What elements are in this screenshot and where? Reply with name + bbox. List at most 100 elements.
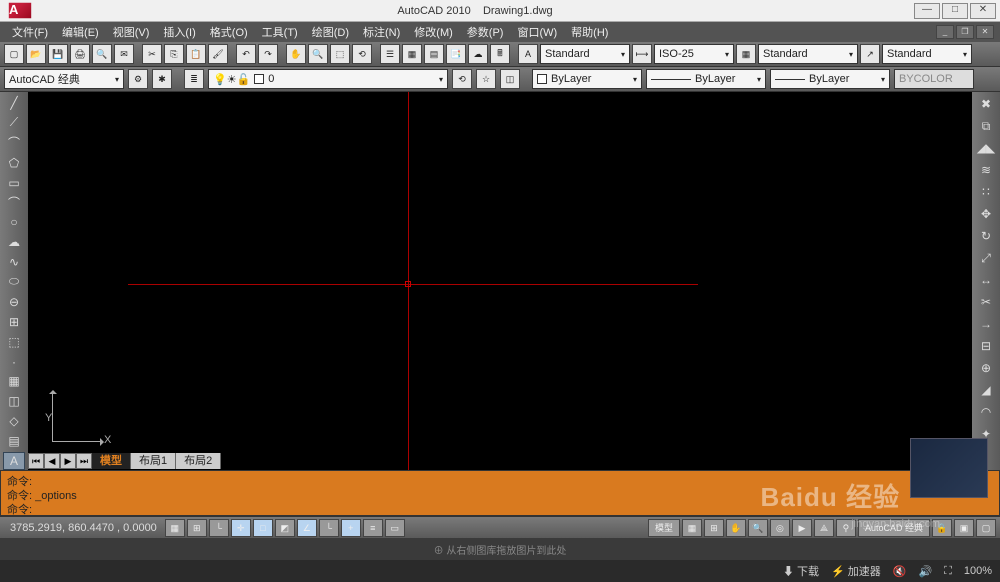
layer-iso-icon[interactable]: ◫ — [500, 69, 520, 89]
fullscreen-icon[interactable]: ⛶ — [944, 565, 952, 578]
dyn-toggle[interactable]: + — [341, 519, 361, 537]
design-center-icon[interactable]: ▦ — [402, 44, 422, 64]
clean-screen-icon[interactable]: ▢ — [976, 519, 996, 537]
tab-model[interactable]: 模型 — [92, 453, 131, 469]
ducs-toggle[interactable]: └ — [319, 519, 339, 537]
menu-edit[interactable]: 编辑(E) — [56, 22, 105, 42]
copy-icon[interactable]: ⎘ — [164, 44, 184, 64]
array-tool-icon[interactable]: ∷ — [975, 182, 997, 202]
print-icon[interactable]: 🖨 — [70, 44, 90, 64]
coordinates-display[interactable]: 3785.2919, 860.4470 , 0.0000 — [4, 522, 163, 534]
drawing-canvas[interactable]: Y X ⏮ ◀ ▶ ⏭ 模型 布局1 布局2 — [28, 92, 972, 470]
join-tool-icon[interactable]: ⊕ — [975, 358, 997, 378]
annotation-scale-icon[interactable]: ⟁ — [814, 519, 834, 537]
menu-draw[interactable]: 绘图(D) — [306, 22, 355, 42]
gradient-tool-icon[interactable]: ◫ — [3, 392, 25, 410]
open-icon[interactable]: 📂 — [26, 44, 46, 64]
zoom-prev-icon[interactable]: ⟲ — [352, 44, 372, 64]
publish-icon[interactable]: ✉ — [114, 44, 134, 64]
workspace-dropdown[interactable]: AutoCAD 经典▾ — [4, 69, 124, 89]
tab-next-icon[interactable]: ▶ — [60, 453, 76, 469]
steering-wheel-icon[interactable]: ◎ — [770, 519, 790, 537]
menu-view[interactable]: 视图(V) — [107, 22, 156, 42]
region-tool-icon[interactable]: ◇ — [3, 412, 25, 430]
layer-manager-icon[interactable]: ≣ — [184, 69, 204, 89]
extend-tool-icon[interactable]: → — [975, 314, 997, 334]
3dosnap-toggle[interactable]: ◩ — [275, 519, 295, 537]
tab-prev-icon[interactable]: ◀ — [44, 453, 60, 469]
color-dropdown[interactable]: ByLayer▾ — [532, 69, 642, 89]
tab-layout2[interactable]: 布局2 — [176, 453, 221, 469]
arc-tool-icon[interactable]: ⌒ — [3, 193, 25, 211]
pline-tool-icon[interactable]: ⌒ — [3, 134, 25, 152]
move-tool-icon[interactable]: ✥ — [975, 204, 997, 224]
layer-prev-icon[interactable]: ⟲ — [452, 69, 472, 89]
otrack-toggle[interactable]: ∠ — [297, 519, 317, 537]
status-pan-icon[interactable]: ✋ — [726, 519, 746, 537]
polygon-tool-icon[interactable]: ⬠ — [3, 154, 25, 172]
close-button[interactable]: ✕ — [970, 3, 996, 19]
model-space-label[interactable]: 模型 — [648, 519, 680, 537]
zoom-window-icon[interactable]: ⬚ — [330, 44, 350, 64]
menu-dimension[interactable]: 标注(N) — [357, 22, 406, 42]
linetype-dropdown[interactable]: ByLayer▾ — [646, 69, 766, 89]
status-zoom-icon[interactable]: 🔍 — [748, 519, 768, 537]
table-style-icon[interactable]: ▦ — [736, 44, 756, 64]
tab-first-icon[interactable]: ⏮ — [28, 453, 44, 469]
text-style-icon[interactable]: A — [518, 44, 538, 64]
redo-icon[interactable]: ↷ — [258, 44, 278, 64]
trim-tool-icon[interactable]: ✂ — [975, 292, 997, 312]
menu-parametric[interactable]: 参数(P) — [461, 22, 510, 42]
osnap-toggle[interactable]: □ — [253, 519, 273, 537]
new-icon[interactable]: ▢ — [4, 44, 24, 64]
maximize-button[interactable]: □ — [942, 3, 968, 19]
menu-modify[interactable]: 修改(M) — [408, 22, 459, 42]
break-tool-icon[interactable]: ⊟ — [975, 336, 997, 356]
qview-drawings-icon[interactable]: ⊞ — [704, 519, 724, 537]
undo-icon[interactable]: ↶ — [236, 44, 256, 64]
text-style-dropdown[interactable]: Standard▾ — [540, 44, 630, 64]
snap-toggle[interactable]: ▦ — [165, 519, 185, 537]
line-tool-icon[interactable]: ╱ — [3, 94, 25, 112]
scale-tool-icon[interactable]: ⤢ — [975, 248, 997, 268]
dim-style-icon[interactable]: ⟼ — [632, 44, 652, 64]
workspace-save-icon[interactable]: ✱ — [152, 69, 172, 89]
pan-icon[interactable]: ✋ — [286, 44, 306, 64]
save-icon[interactable]: 💾 — [48, 44, 68, 64]
grid-toggle[interactable]: ⊞ — [187, 519, 207, 537]
lineweight-dropdown[interactable]: ByLayer▾ — [770, 69, 890, 89]
zoom-icon[interactable]: 🔍 — [308, 44, 328, 64]
doc-min-button[interactable]: _ — [936, 25, 954, 39]
mtext-tool-icon[interactable]: A — [3, 452, 25, 470]
properties-icon[interactable]: ☰ — [380, 44, 400, 64]
mleader-style-icon[interactable]: ↗ — [860, 44, 880, 64]
accelerator-button[interactable]: ⚡ 加速器 — [831, 563, 881, 579]
lwt-toggle[interactable]: ≡ — [363, 519, 383, 537]
plotstyle-dropdown[interactable]: BYCOLOR — [894, 69, 974, 89]
showmotion-icon[interactable]: ▶ — [792, 519, 812, 537]
spline-tool-icon[interactable]: ∿ — [3, 253, 25, 271]
ellipse-arc-tool-icon[interactable]: ⊖ — [3, 293, 25, 311]
layer-dropdown[interactable]: 💡 ☀ 🔓 0 ▾ — [208, 69, 448, 89]
make-block-icon[interactable]: ⬚ — [3, 333, 25, 351]
offset-tool-icon[interactable]: ≋ — [975, 160, 997, 180]
hatch-tool-icon[interactable]: ▦ — [3, 372, 25, 390]
download-button[interactable]: ⬇ 下载 — [783, 563, 819, 579]
menu-format[interactable]: 格式(O) — [204, 22, 254, 42]
zoom-label[interactable]: 100% — [964, 565, 992, 577]
menu-insert[interactable]: 插入(I) — [157, 22, 201, 42]
dim-style-dropdown[interactable]: ISO-25▾ — [654, 44, 734, 64]
rotate-tool-icon[interactable]: ↻ — [975, 226, 997, 246]
cut-icon[interactable]: ✂ — [142, 44, 162, 64]
qview-layouts-icon[interactable]: ▦ — [682, 519, 702, 537]
mleader-style-dropdown[interactable]: Standard▾ — [882, 44, 972, 64]
chamfer-tool-icon[interactable]: ◢ — [975, 380, 997, 400]
match-icon[interactable]: 🖌 — [208, 44, 228, 64]
circle-tool-icon[interactable]: ○ — [3, 213, 25, 231]
markup-icon[interactable]: ☁ — [468, 44, 488, 64]
fillet-tool-icon[interactable]: ◠ — [975, 402, 997, 422]
hardware-accel-icon[interactable]: ▣ — [954, 519, 974, 537]
doc-close-button[interactable]: ✕ — [976, 25, 994, 39]
ellipse-tool-icon[interactable]: ⬭ — [3, 273, 25, 291]
menu-tools[interactable]: 工具(T) — [256, 22, 304, 42]
